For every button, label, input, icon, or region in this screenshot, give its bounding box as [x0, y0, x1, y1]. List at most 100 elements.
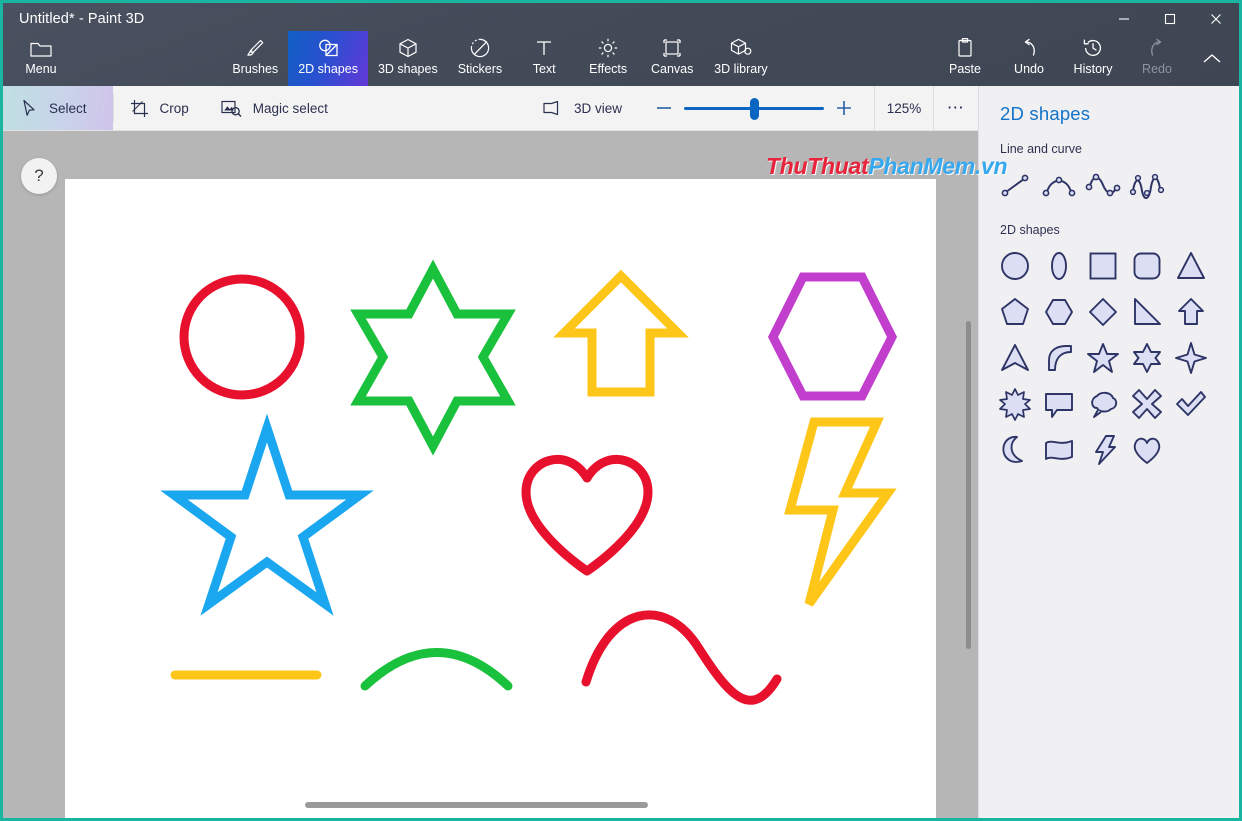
- five-point-star-shape-button[interactable]: [1081, 335, 1125, 381]
- tool-toolbar: Select Crop Magic select 3D view 125% ⋯: [3, 85, 978, 131]
- 3d-view-icon: [542, 100, 563, 117]
- magic-select-button[interactable]: Magic select: [205, 86, 344, 130]
- drawing-up-arrow: [553, 269, 689, 397]
- help-button[interactable]: ?: [21, 158, 57, 194]
- pentagon-shape-button[interactable]: [993, 289, 1037, 335]
- tab-label: Effects: [589, 62, 628, 76]
- ribbon: Untitled* - Paint 3D Menu Brushes 2D sha…: [3, 3, 1239, 86]
- line-and-curve-label: Line and curve: [1000, 142, 1083, 156]
- folder-icon: [30, 35, 52, 61]
- six-point-star-shape-button[interactable]: [1125, 335, 1169, 381]
- text-icon: [534, 35, 554, 61]
- triangle-shape-button[interactable]: [1169, 243, 1213, 289]
- select-label: Select: [49, 100, 87, 116]
- tab-stickers[interactable]: Stickers: [448, 31, 512, 86]
- drawing-arc-curve: [360, 648, 513, 691]
- four-point-star-shape-button[interactable]: [1169, 335, 1213, 381]
- canvas-stage[interactable]: ?: [3, 131, 978, 818]
- collapse-ribbon-button[interactable]: [1189, 31, 1235, 86]
- history-button[interactable]: History: [1061, 31, 1125, 86]
- cloud-callout-shape-button[interactable]: [1081, 381, 1125, 427]
- banner-shape-button[interactable]: [1037, 427, 1081, 473]
- tab-3d-library[interactable]: 3D library: [704, 31, 778, 86]
- tab-2d-shapes[interactable]: 2D shapes: [288, 31, 368, 86]
- canvas-icon: [661, 35, 683, 61]
- tab-label: Canvas: [650, 62, 694, 76]
- 2d-shapes-grid: [979, 243, 1239, 473]
- watermark-part2: PhanMem.vn: [868, 153, 1008, 179]
- action-label: Paste: [949, 62, 981, 76]
- menu-button[interactable]: Menu: [15, 31, 67, 86]
- effects-icon: [597, 35, 619, 61]
- drawing-six-point-star: [350, 259, 516, 456]
- cross-shape-button[interactable]: [1125, 381, 1169, 427]
- shapes-panel: 2D shapes Line and curve 2D shapes: [978, 86, 1239, 818]
- multi-curve-tool-button[interactable]: [1125, 162, 1169, 208]
- help-label: ?: [34, 166, 44, 185]
- select-tool-button[interactable]: Select: [3, 86, 113, 130]
- canvas-vertical-scrollbar[interactable]: [966, 321, 971, 649]
- zoom-percentage[interactable]: 125%: [874, 85, 934, 131]
- crop-label: Crop: [159, 100, 189, 116]
- oval-shape-button[interactable]: [1037, 243, 1081, 289]
- 2d-shapes-section: 2D shapes: [979, 223, 1239, 473]
- single-curve-tool-button[interactable]: [1037, 162, 1081, 208]
- tab-canvas[interactable]: Canvas: [640, 31, 704, 86]
- window-title: Untitled* - Paint 3D: [19, 11, 145, 27]
- line-and-curve-grid: [979, 162, 1239, 208]
- zoom-slider[interactable]: [684, 86, 824, 131]
- stickers-icon: [469, 35, 491, 61]
- 2d-shapes-label: 2D shapes: [1000, 223, 1060, 237]
- tab-effects[interactable]: Effects: [576, 31, 640, 86]
- history-icon: [1082, 35, 1104, 61]
- circle-shape-button[interactable]: [993, 243, 1037, 289]
- lightning-shape-button[interactable]: [1081, 427, 1125, 473]
- heart-shape-button[interactable]: [1125, 427, 1169, 473]
- drawing-canvas[interactable]: [65, 179, 936, 818]
- tab-text[interactable]: Text: [512, 31, 576, 86]
- quarter-pie-shape-button[interactable]: [1037, 335, 1081, 381]
- action-label: Undo: [1014, 62, 1044, 76]
- rectangle-callout-shape-button[interactable]: [1037, 381, 1081, 427]
- paste-icon: [955, 35, 975, 61]
- zoom-in-button[interactable]: [824, 86, 864, 131]
- double-curve-tool-button[interactable]: [1081, 162, 1125, 208]
- 3d-view-label: 3D view: [573, 100, 622, 116]
- checkmark-shape-button[interactable]: [1169, 381, 1213, 427]
- diamond-shape-button[interactable]: [1081, 289, 1125, 335]
- chevron-arrow-shape-button[interactable]: [993, 335, 1037, 381]
- tab-label: Brushes: [232, 62, 279, 76]
- panel-title: 2D shapes: [1000, 103, 1091, 124]
- tab-3d-shapes[interactable]: 3D shapes: [368, 31, 448, 86]
- 3d-library-icon: [729, 35, 753, 61]
- action-label: History: [1073, 62, 1113, 76]
- arrow-shape-button[interactable]: [1169, 289, 1213, 335]
- paste-button[interactable]: Paste: [933, 31, 997, 86]
- 2d-shapes-icon: [316, 35, 340, 61]
- rounded-rectangle-shape-button[interactable]: [1125, 243, 1169, 289]
- canvas-horizontal-scrollbar[interactable]: [305, 802, 648, 808]
- zoom-out-button[interactable]: [644, 86, 684, 131]
- starburst-shape-button[interactable]: [993, 381, 1037, 427]
- tab-brushes[interactable]: Brushes: [222, 31, 288, 86]
- paint3d-window: Untitled* - Paint 3D Menu Brushes 2D sha…: [0, 0, 1242, 821]
- 3d-shapes-icon: [397, 35, 419, 61]
- crop-tool-button[interactable]: Crop: [114, 86, 205, 130]
- right-triangle-shape-button[interactable]: [1125, 289, 1169, 335]
- magic-select-icon: [221, 99, 242, 118]
- drawing-sine-curve: [581, 610, 782, 705]
- undo-button[interactable]: Undo: [997, 31, 1061, 86]
- tab-label: 3D shapes: [377, 62, 438, 76]
- drawing-circle: [179, 274, 305, 400]
- more-options-button[interactable]: ⋯: [934, 86, 978, 131]
- hexagon-shape-button[interactable]: [1037, 289, 1081, 335]
- drawing-five-point-star: [160, 413, 374, 616]
- drawing-lightning-bolt: [784, 417, 897, 607]
- 3d-view-button[interactable]: 3D view: [526, 86, 638, 130]
- moon-shape-button[interactable]: [993, 427, 1037, 473]
- square-shape-button[interactable]: [1081, 243, 1125, 289]
- ribbon-tabs: Menu Brushes 2D shapes 3D shapes Sticker…: [3, 31, 1239, 86]
- redo-button[interactable]: Redo: [1125, 31, 1189, 86]
- tab-label: 2D shapes: [298, 62, 358, 76]
- zoom-slider-thumb[interactable]: [750, 97, 759, 120]
